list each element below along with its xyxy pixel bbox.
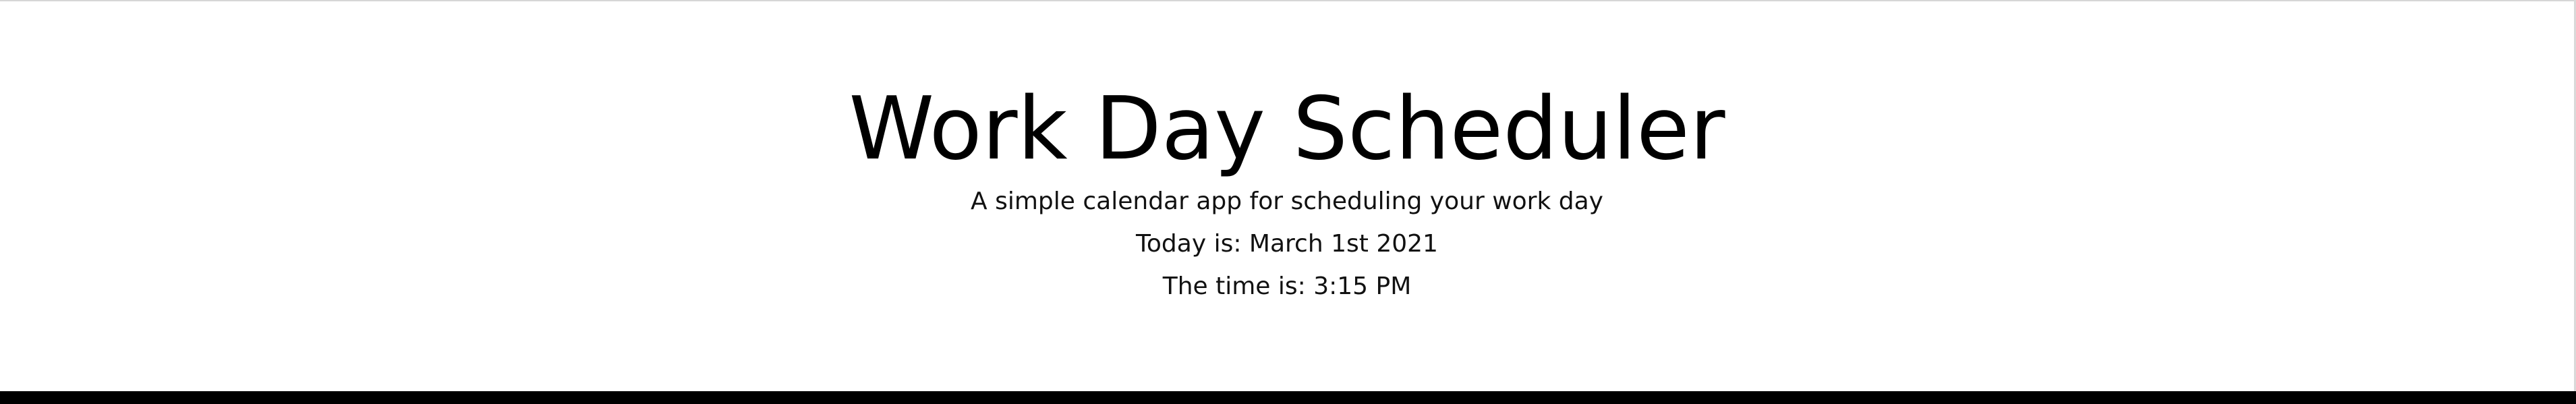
page-subtitle: A simple calendar app for scheduling you… — [971, 187, 1603, 215]
current-time: The time is: 3:15 PM — [1162, 272, 1412, 300]
current-date: Today is: March 1st 2021 — [1136, 230, 1438, 258]
page-title: Work Day Scheduler — [849, 79, 1725, 179]
page-header: Work Day Scheduler A simple calendar app… — [0, 1, 2574, 391]
header-bottom-border — [0, 391, 2576, 404]
